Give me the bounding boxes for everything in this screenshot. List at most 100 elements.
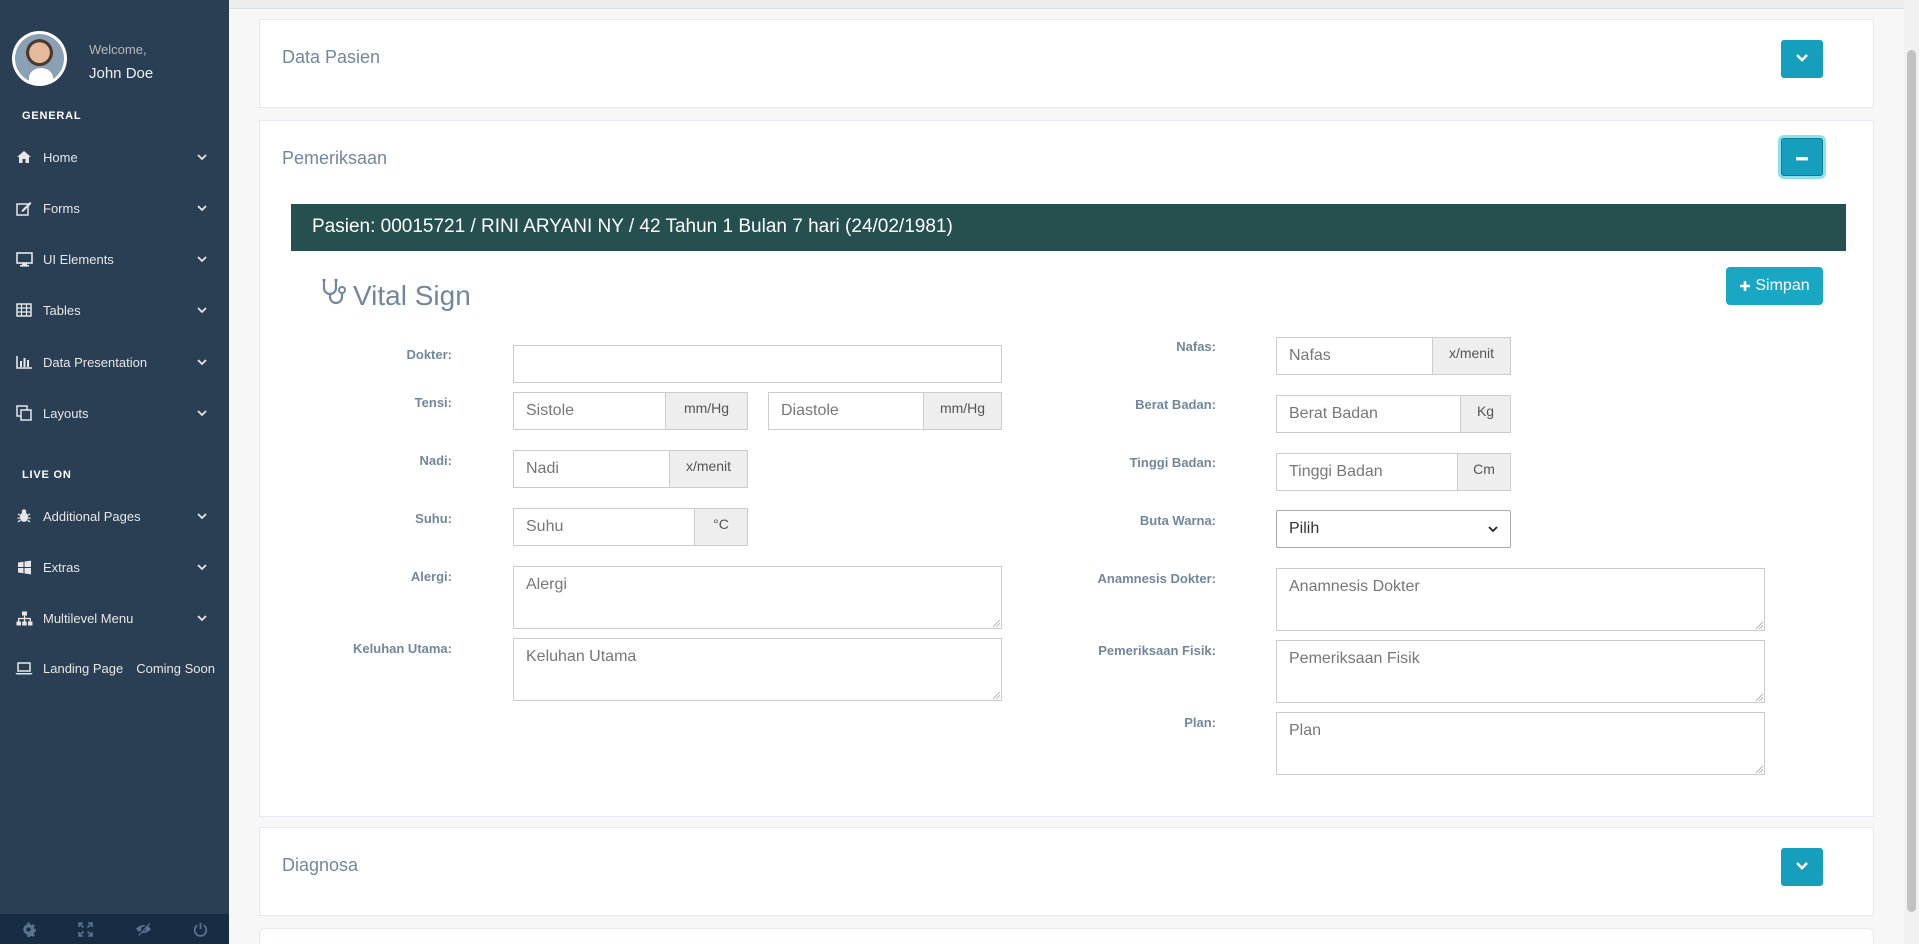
anamnesis-dokter-textarea[interactable]: Anamnesis Dokter: [1276, 568, 1765, 631]
nafas-label: Nafas:: [1176, 339, 1216, 354]
chevron-down-icon: [1795, 50, 1809, 68]
stethoscope-icon: [321, 278, 353, 313]
chevron-down-icon: [197, 408, 207, 418]
pemeriksaan-fisik-label: Pemeriksaan Fisik:: [1098, 643, 1216, 658]
profile: Welcome, John Doe: [12, 31, 218, 91]
buta-warna-select[interactable]: Pilih: [1276, 510, 1511, 548]
sidebar-item-data-presentation[interactable]: Data Presentation: [0, 340, 229, 384]
sidebar-item-label: Layouts: [43, 405, 89, 421]
diastole-input[interactable]: Diastole: [768, 392, 924, 430]
panel-title: Diagnosa: [282, 855, 359, 875]
fullscreen-icon[interactable]: [57, 914, 114, 944]
sidebar-item-label: Tables: [43, 302, 81, 318]
nadi-unit: x/menit: [669, 450, 748, 488]
eye-slash-icon[interactable]: [115, 914, 172, 944]
coming-soon-label: Coming Soon: [136, 660, 215, 676]
username: John Doe: [89, 65, 154, 82]
vital-sign-label: Vital Sign: [353, 279, 471, 311]
dokter-field[interactable]: [513, 345, 1002, 383]
home-icon: [13, 150, 35, 164]
keluhan-utama-label: Keluhan Utama:: [353, 641, 452, 656]
sidebar-item-additional-pages[interactable]: Additional Pages: [0, 494, 229, 538]
anamnesis-dokter-label: Anamnesis Dokter:: [1097, 571, 1216, 586]
sistole-input[interactable]: Sistole: [513, 392, 666, 430]
tensi-label: Tensi:: [414, 395, 452, 410]
laptop-icon: [13, 661, 35, 675]
berat-badan-label: Berat Badan:: [1135, 397, 1216, 412]
plan-textarea[interactable]: Plan: [1276, 712, 1765, 775]
save-button[interactable]: Simpan: [1726, 267, 1823, 305]
collapse-button[interactable]: [1781, 138, 1823, 176]
suhu-label: Suhu:: [415, 511, 452, 526]
sidebar-footer: [0, 914, 229, 944]
chevron-down-icon: [197, 254, 207, 264]
dokter-label: Dokter:: [406, 347, 452, 362]
chevron-down-icon: [1488, 520, 1498, 538]
sidebar-item-home[interactable]: Home: [0, 135, 229, 179]
section-general: GENERAL: [22, 110, 82, 122]
sidebar-item-multilevel-menu[interactable]: Multilevel Menu: [0, 596, 229, 640]
chevron-down-icon: [197, 357, 207, 367]
panel-next: [259, 928, 1874, 944]
clone-icon: [13, 405, 35, 421]
chevron-down-icon: [197, 305, 207, 315]
desktop-icon: [13, 251, 35, 267]
tinggi-badan-label: Tinggi Badan:: [1129, 455, 1216, 470]
sidebar-item-label: Home: [43, 149, 78, 165]
expand-button[interactable]: [1781, 40, 1823, 78]
expand-button[interactable]: [1781, 848, 1823, 886]
berat-badan-input[interactable]: Berat Badan: [1276, 395, 1461, 433]
panel-title: Pemeriksaan: [282, 148, 388, 168]
section-live-on: LIVE ON: [22, 469, 72, 481]
tinggi-badan-unit: Cm: [1457, 453, 1511, 491]
berat-badan-unit: Kg: [1460, 395, 1511, 433]
tinggi-badan-input[interactable]: Tinggi Badan: [1276, 453, 1458, 491]
top-nav: [229, 0, 1905, 9]
sidebar-item-extras[interactable]: Extras: [0, 545, 229, 589]
bug-icon: [13, 508, 35, 524]
plus-icon: [1739, 280, 1751, 292]
patient-banner: Pasien: 00015721 / RINI ARYANI NY / 42 T…: [291, 204, 1846, 251]
page-scrollbar[interactable]: [1904, 0, 1919, 944]
windows-icon: [13, 560, 35, 575]
sidebar-item-label: Data Presentation: [43, 354, 148, 370]
avatar[interactable]: [12, 31, 67, 86]
diastole-unit: mm/Hg: [923, 392, 1002, 430]
chevron-down-icon: [197, 152, 207, 162]
panel-data-pasien: Data Pasien: [259, 19, 1874, 108]
sidebar-item-forms[interactable]: Forms: [0, 186, 229, 230]
save-label: Simpan: [1755, 277, 1810, 294]
suhu-input[interactable]: Suhu: [513, 508, 695, 546]
sidebar-item-label: Forms: [43, 200, 80, 216]
sidebar-item-ui-elements[interactable]: UI Elements: [0, 237, 229, 281]
edit-icon: [13, 201, 35, 216]
nafas-input[interactable]: Nafas: [1276, 337, 1433, 375]
chevron-down-icon: [197, 511, 207, 521]
power-icon[interactable]: [172, 914, 229, 944]
sidebar-item-label: UI Elements: [43, 251, 114, 267]
nafas-unit: x/menit: [1432, 337, 1511, 375]
scrollbar-thumb[interactable]: [1907, 50, 1916, 912]
sidebar-item-label: Multilevel Menu: [43, 610, 134, 626]
alergi-label: Alergi:: [410, 569, 452, 584]
nadi-label: Nadi:: [419, 453, 453, 468]
buta-warna-value: Pilih: [1289, 520, 1320, 537]
chevron-down-icon: [197, 613, 207, 623]
chevron-down-icon: [197, 562, 207, 572]
nadi-input[interactable]: Nadi: [513, 450, 670, 488]
buta-warna-label: Buta Warna:: [1139, 513, 1216, 528]
suhu-unit: °C: [694, 508, 748, 546]
chevron-down-icon: [197, 203, 207, 213]
sidebar: Welcome, John Doe GENERAL Home Forms UI …: [0, 0, 229, 944]
settings-icon[interactable]: [0, 914, 57, 944]
plan-label: Plan:: [1184, 715, 1216, 730]
pemeriksaan-fisik-textarea[interactable]: Pemeriksaan Fisik: [1276, 640, 1765, 703]
sidebar-item-tables[interactable]: Tables: [0, 288, 229, 332]
sidebar-item-layouts[interactable]: Layouts: [0, 391, 229, 435]
panel-diagnosa: Diagnosa: [259, 827, 1874, 916]
keluhan-utama-textarea[interactable]: Keluhan Utama: [513, 638, 1002, 701]
alergi-textarea[interactable]: Alergi: [513, 566, 1002, 629]
sistole-unit: mm/Hg: [665, 392, 748, 430]
sidebar-item-label: Extras: [43, 559, 80, 575]
sidebar-item-landing-page[interactable]: Landing Page Coming Soon: [0, 646, 229, 690]
